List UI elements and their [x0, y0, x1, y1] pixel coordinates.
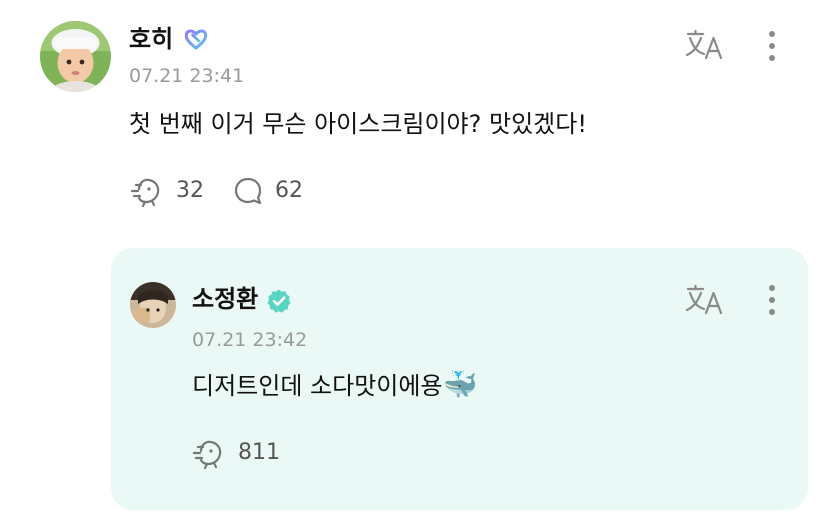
whale-emoji: 🐳 — [442, 368, 478, 401]
reply-text: 디저트인데 소다맛이에용🐳 — [192, 369, 477, 402]
comment-text: 첫 번째 이거 무슨 아이스크림이야? 맛있겠다! — [129, 110, 587, 138]
reply-text-content: 디저트인데 소다맛이에용 — [192, 372, 443, 400]
verified-badge-icon — [266, 288, 292, 314]
comment-count: 62 — [275, 178, 303, 203]
comment-icon[interactable] — [233, 176, 263, 206]
more-vertical-icon[interactable] — [764, 284, 780, 316]
translate-icon[interactable] — [685, 284, 725, 316]
heart-outline-badge-icon — [183, 26, 209, 52]
author-name[interactable]: 호히 — [129, 24, 173, 54]
like-count: 32 — [176, 178, 204, 203]
more-vertical-icon[interactable] — [764, 30, 780, 62]
timestamp: 07.21 23:42 — [192, 329, 308, 351]
comment-thread: 호히 07.21 23:41 첫 번째 이거 무슨 아이스크림이야? 맛있겠다!… — [0, 0, 828, 523]
like-count: 811 — [238, 440, 280, 465]
avatar[interactable] — [40, 21, 111, 92]
timestamp: 07.21 23:41 — [129, 65, 245, 87]
like-icon[interactable] — [192, 437, 226, 470]
translate-icon[interactable] — [685, 29, 725, 61]
author-name[interactable]: 소정환 — [192, 284, 258, 314]
like-icon[interactable] — [130, 175, 164, 208]
avatar[interactable] — [130, 282, 176, 328]
